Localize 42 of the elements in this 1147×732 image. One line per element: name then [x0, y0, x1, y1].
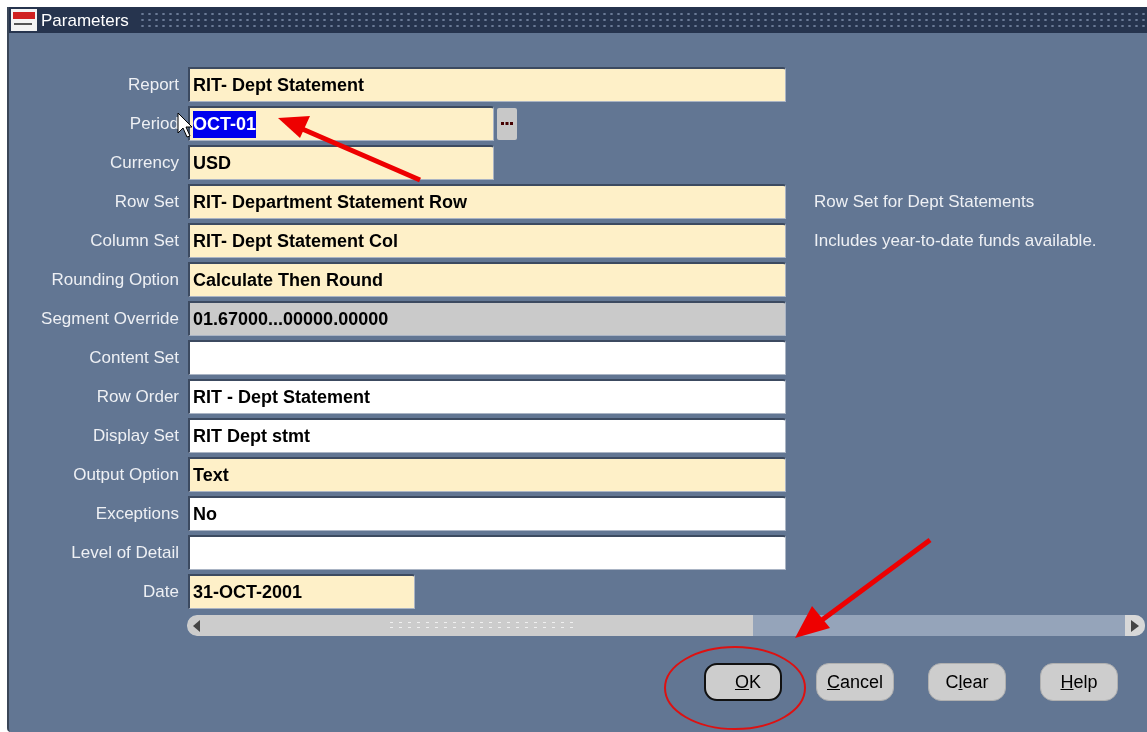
input-field[interactable]: RIT- Dept Statement [188, 67, 786, 102]
field-label: Row Order [95, 385, 179, 408]
input-field[interactable]: USD [188, 145, 494, 180]
input-field[interactable]: 31-OCT-2001 [188, 574, 415, 609]
input-field[interactable]: RIT Dept stmt [188, 418, 786, 453]
input-field[interactable]: RIT- Dept Statement Col [188, 223, 786, 258]
input-field[interactable]: Text [188, 457, 786, 492]
input-field[interactable]: RIT- Department Statement Row [188, 184, 786, 219]
input-field[interactable]: 01.67000...00000.00000 [188, 301, 786, 336]
app-logo-icon [11, 9, 37, 31]
field-label: Column Set [89, 229, 179, 252]
scroll-left-icon[interactable] [193, 619, 201, 632]
field-label: Rounding Option [50, 268, 179, 291]
dialog-button[interactable]: Help [1040, 663, 1118, 701]
field-label: Segment Override [40, 307, 179, 330]
field-label: Content Set [88, 346, 179, 369]
input-field[interactable]: OCT-01 [188, 106, 494, 141]
field-label: Level of Detail [70, 541, 179, 564]
dialog-button[interactable]: OK [704, 663, 782, 701]
input-field[interactable]: Calculate Then Round [188, 262, 786, 297]
window-title: Parameters [41, 11, 129, 29]
field-label: Display Set [92, 424, 179, 447]
input-field[interactable]: RIT - Dept Statement [188, 379, 786, 414]
list-of-values-button[interactable] [497, 107, 517, 140]
horizontal-scrollbar[interactable] [187, 615, 1145, 636]
scroll-right-icon[interactable] [1131, 619, 1139, 632]
field-label: Output Option [72, 463, 179, 486]
field-description: Includes year-to-date funds available. [814, 229, 1097, 252]
field-label: Date [142, 580, 179, 603]
mouse-cursor-icon [177, 112, 193, 138]
field-label: Report [126, 73, 179, 96]
field-label: Period [128, 112, 179, 135]
dialog-button[interactable]: Clear [928, 663, 1006, 701]
ellipsis-icon [501, 122, 513, 125]
field-label: Currency [109, 151, 179, 174]
field-label: Row Set [113, 190, 179, 213]
dialog-button[interactable]: Cancel [816, 663, 894, 701]
field-description: Row Set for Dept Statements [814, 190, 1035, 213]
input-field[interactable] [188, 535, 786, 570]
input-field[interactable] [188, 340, 786, 375]
input-field[interactable]: No [188, 496, 786, 531]
field-label: Exceptions [94, 502, 179, 525]
